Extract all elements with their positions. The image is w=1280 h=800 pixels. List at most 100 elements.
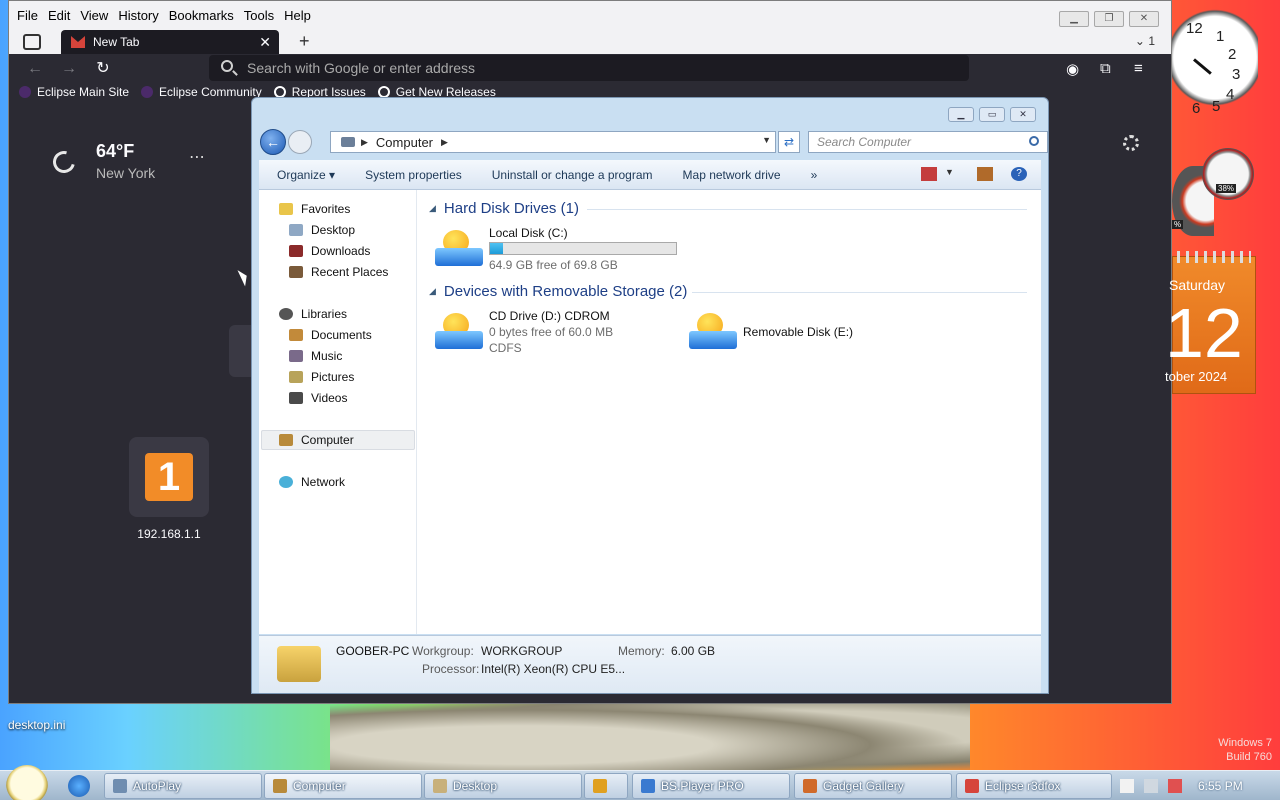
nav-pictures[interactable]: Pictures bbox=[289, 370, 354, 384]
collapse-icon[interactable]: ◢ bbox=[429, 203, 436, 214]
taskbar-label: BS.Player PRO bbox=[661, 779, 744, 793]
memory-value: 6.00 GB bbox=[671, 644, 716, 658]
browser-window-controls: ▁ ❐ ✕ bbox=[1059, 11, 1159, 27]
menu-edit[interactable]: Edit bbox=[48, 8, 70, 23]
nav-network[interactable]: Network bbox=[279, 475, 345, 489]
menu-bookmarks[interactable]: Bookmarks bbox=[169, 8, 234, 23]
map-network-drive-button[interactable]: Map network drive bbox=[683, 168, 781, 182]
tab-new-tab[interactable]: New Tab ✕ bbox=[61, 30, 279, 54]
settings-gear-icon[interactable] bbox=[1123, 135, 1139, 151]
drive-d-free: 0 bytes free of 60.0 MB bbox=[489, 325, 614, 339]
views-icon[interactable] bbox=[921, 167, 937, 181]
organize-button[interactable]: Organize ▾ bbox=[277, 168, 335, 182]
uninstall-program-button[interactable]: Uninstall or change a program bbox=[492, 168, 653, 182]
clock-hand bbox=[1193, 58, 1212, 75]
nav-desktop[interactable]: Desktop bbox=[289, 223, 355, 237]
shortcut-label: 192.168.1.1 bbox=[137, 527, 201, 541]
tab-count-button[interactable]: ⌄ 1 bbox=[1135, 34, 1155, 48]
volume-muted-icon[interactable] bbox=[1168, 779, 1182, 793]
close-button[interactable]: ✕ bbox=[1010, 107, 1036, 122]
desktop-file-label[interactable]: desktop.ini bbox=[8, 718, 65, 732]
tray-clock[interactable]: 6:55 PM bbox=[1198, 779, 1243, 793]
address-dropdown-icon[interactable]: ▼ bbox=[762, 135, 771, 145]
breadcrumb-computer[interactable]: Computer bbox=[376, 135, 433, 150]
calendar-gadget[interactable]: Saturday 12 tober 2024 bbox=[1165, 251, 1256, 394]
breadcrumb-arrow-icon[interactable]: ▶ bbox=[361, 137, 368, 148]
refresh-button[interactable]: ⇄ bbox=[778, 131, 800, 153]
maximize-button[interactable]: ▭ bbox=[979, 107, 1005, 122]
network-tray-icon[interactable] bbox=[1144, 779, 1158, 793]
group-title: Devices with Removable Storage (2) bbox=[443, 283, 688, 300]
bookmark-eclipse-main[interactable]: Eclipse Main Site bbox=[19, 85, 129, 99]
bookmark-label: Eclipse Community bbox=[159, 85, 262, 99]
computer-icon bbox=[341, 137, 355, 147]
new-tab-button[interactable]: + bbox=[299, 31, 310, 52]
restore-button[interactable]: ❐ bbox=[1094, 11, 1124, 27]
system-properties-button[interactable]: System properties bbox=[365, 168, 462, 182]
group-hard-disks[interactable]: ◢ Hard Disk Drives (1) bbox=[429, 200, 579, 217]
internet-explorer-icon[interactable] bbox=[68, 775, 90, 797]
url-bar[interactable]: Search with Google or enter address bbox=[209, 55, 969, 81]
breadcrumb-arrow-icon[interactable]: ▶ bbox=[441, 137, 448, 148]
nav-music[interactable]: Music bbox=[289, 349, 342, 363]
hamburger-menu-icon[interactable]: ≡ bbox=[1134, 60, 1143, 77]
action-center-flag-icon[interactable] bbox=[1120, 779, 1134, 793]
drive-e[interactable]: Removable Disk (E:) bbox=[689, 309, 889, 357]
menu-help[interactable]: Help bbox=[284, 8, 311, 23]
shortcut-tile[interactable]: 1 bbox=[129, 437, 209, 517]
cpu-meter-gadget[interactable]: 38% % bbox=[1172, 146, 1256, 236]
nav-documents[interactable]: Documents bbox=[289, 328, 372, 342]
taskbar-bsplayer[interactable]: BS.Player PRO bbox=[632, 773, 790, 799]
navigation-pane: Favorites Desktop Downloads Recent Place… bbox=[259, 190, 417, 634]
close-tab-icon[interactable]: ✕ bbox=[259, 34, 271, 51]
help-icon[interactable]: ? bbox=[1011, 167, 1027, 181]
close-button[interactable]: ✕ bbox=[1129, 11, 1159, 27]
drive-c[interactable]: Local Disk (C:) 64.9 GB free of 69.8 GB bbox=[435, 226, 695, 274]
nav-videos[interactable]: Videos bbox=[289, 391, 347, 405]
extensions-icon[interactable]: ⧉ bbox=[1100, 60, 1111, 77]
account-icon[interactable]: ◉ bbox=[1066, 60, 1079, 78]
nav-recent-places[interactable]: Recent Places bbox=[289, 265, 388, 279]
drive-d[interactable]: CD Drive (D:) CDROM 0 bytes free of 60.0… bbox=[435, 309, 675, 357]
taskbar-media[interactable] bbox=[584, 773, 628, 799]
minimize-button[interactable]: ▁ bbox=[948, 107, 974, 122]
forward-arrow-icon[interactable]: → bbox=[59, 59, 79, 79]
nav-label: Network bbox=[301, 475, 346, 489]
nav-label: Downloads bbox=[311, 244, 371, 258]
search-input[interactable]: Search Computer bbox=[808, 131, 1048, 153]
nav-label: Libraries bbox=[301, 307, 348, 321]
menu-view[interactable]: View bbox=[80, 8, 108, 23]
more-commands-button[interactable]: » bbox=[811, 168, 818, 182]
group-removable[interactable]: ◢ Devices with Removable Storage (2) bbox=[429, 283, 687, 300]
back-button[interactable]: ← bbox=[260, 129, 286, 155]
menu-file[interactable]: File bbox=[17, 8, 38, 23]
tab-list-icon[interactable] bbox=[23, 34, 41, 50]
nav-libraries[interactable]: Libraries bbox=[279, 307, 347, 321]
taskbar-computer[interactable]: Computer bbox=[264, 773, 422, 799]
views-dropdown-icon[interactable]: ▼ bbox=[945, 167, 961, 181]
desktop-wallpaper-figure bbox=[330, 700, 970, 775]
clock-number: 4 bbox=[1226, 86, 1235, 103]
nav-downloads[interactable]: Downloads bbox=[289, 244, 370, 258]
taskbar-gadget-gallery[interactable]: Gadget Gallery bbox=[794, 773, 952, 799]
forward-button[interactable] bbox=[288, 130, 312, 154]
minimize-button[interactable]: ▁ bbox=[1059, 11, 1089, 27]
back-arrow-icon[interactable]: ← bbox=[25, 59, 45, 79]
start-button[interactable] bbox=[6, 765, 48, 800]
taskbar-eclipse-r3dfox[interactable]: Eclipse r3dfox bbox=[956, 773, 1112, 799]
nav-computer[interactable]: Computer bbox=[279, 433, 354, 447]
clock-gadget[interactable]: 12 1 2 3 4 5 6 bbox=[1172, 8, 1258, 132]
preview-pane-icon[interactable] bbox=[977, 167, 993, 181]
workgroup-label: Workgroup: bbox=[412, 644, 474, 658]
menu-tools[interactable]: Tools bbox=[244, 8, 274, 23]
menu-history[interactable]: History bbox=[118, 8, 158, 23]
nav-favorites[interactable]: Favorites bbox=[279, 202, 350, 216]
bookmark-eclipse-community[interactable]: Eclipse Community bbox=[141, 85, 262, 99]
collapse-icon[interactable]: ◢ bbox=[429, 286, 436, 297]
reload-icon[interactable]: ↻ bbox=[93, 59, 113, 79]
taskbar-desktop[interactable]: Desktop bbox=[424, 773, 582, 799]
drive-d-name: CD Drive (D:) CDROM bbox=[489, 309, 610, 323]
taskbar-autoplay[interactable]: AutoPlay bbox=[104, 773, 262, 799]
more-options-icon[interactable]: ⋯ bbox=[189, 147, 205, 167]
address-bar[interactable]: ▶ Computer ▶ ▼ bbox=[330, 131, 776, 153]
